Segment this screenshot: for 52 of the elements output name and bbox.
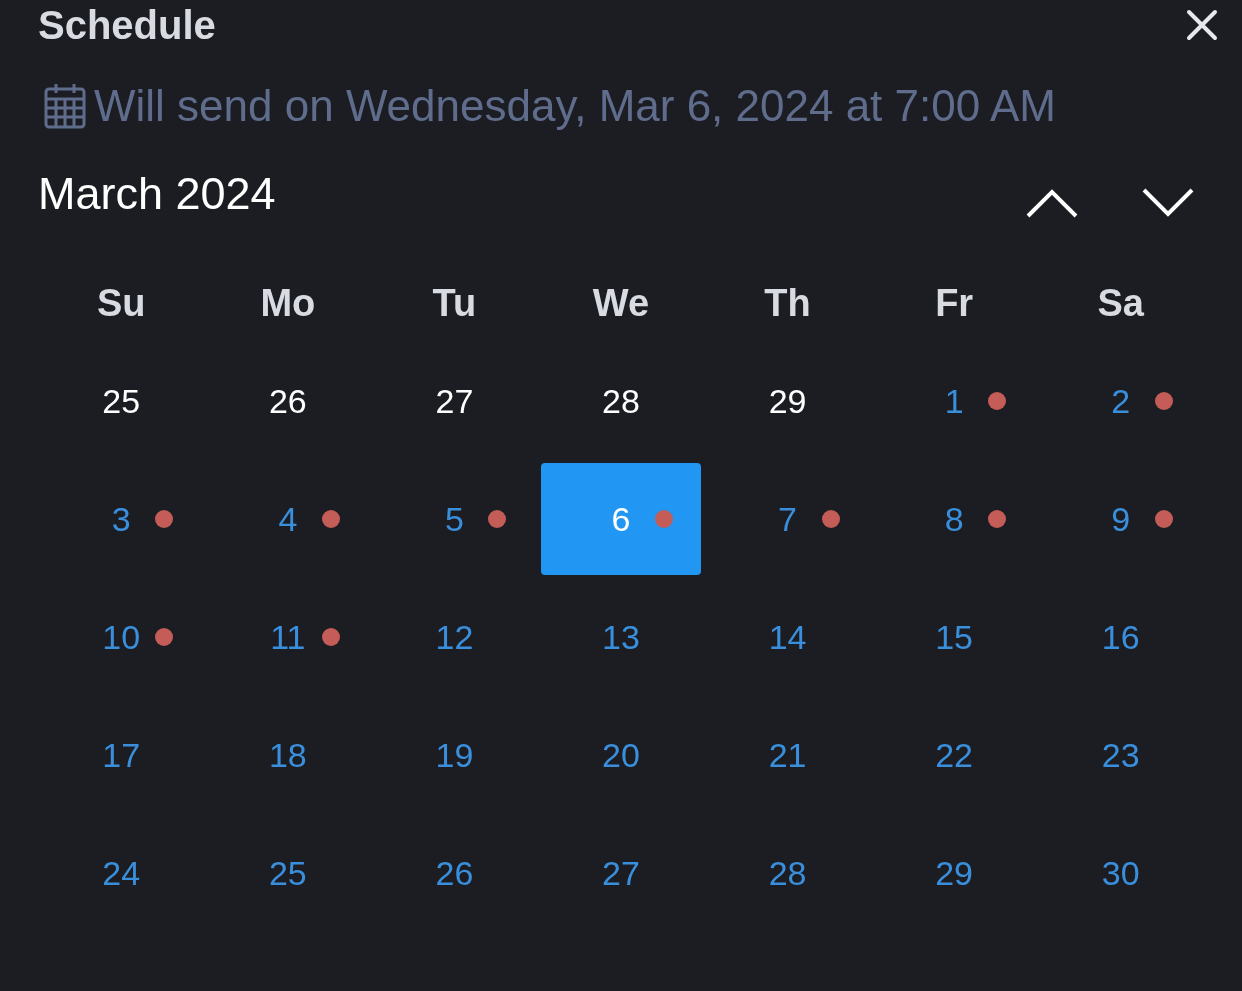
calendar-day[interactable]: 25 <box>207 817 368 929</box>
calendar-day[interactable]: 24 <box>41 817 202 929</box>
send-time-text: Will send on Wednesday, Mar 6, 2024 at 7:00 AM <box>94 81 1056 131</box>
calendar-day[interactable]: 18 <box>207 699 368 811</box>
weekday-label: Sa <box>1097 281 1144 325</box>
calendar-day[interactable]: 16 <box>1040 581 1201 693</box>
chevron-up-icon <box>1026 188 1078 218</box>
calendar-day[interactable]: 6 <box>541 463 701 575</box>
weekday-label: Su <box>97 281 146 325</box>
next-month-button[interactable] <box>1142 188 1194 218</box>
calendar-day[interactable]: 8 <box>874 463 1035 575</box>
close-icon <box>1186 9 1218 41</box>
calendar-icon <box>44 83 86 129</box>
calendar-day[interactable]: 23 <box>1040 699 1201 811</box>
calendar-day[interactable]: 28 <box>707 817 868 929</box>
previous-month-button[interactable] <box>1026 188 1078 218</box>
calendar-day[interactable]: 1 <box>874 345 1035 457</box>
calendar-day[interactable]: 3 <box>41 463 202 575</box>
calendar-day[interactable]: 15 <box>874 581 1035 693</box>
calendar-day[interactable]: 30 <box>1040 817 1201 929</box>
weekday-label: Th <box>764 281 811 325</box>
calendar-day[interactable]: 12 <box>374 581 535 693</box>
calendar-day[interactable]: 5 <box>374 463 535 575</box>
weekday-label: Mo <box>260 281 316 325</box>
weekday-label: Fr <box>935 281 974 325</box>
calendar-day[interactable]: 21 <box>707 699 868 811</box>
calendar-day[interactable]: 17 <box>41 699 202 811</box>
chevron-down-icon <box>1142 188 1194 218</box>
calendar-day[interactable]: 25 <box>41 345 202 457</box>
calendar-day[interactable]: 29 <box>707 345 868 457</box>
weekday-label: Tu <box>432 281 477 325</box>
calendar-day[interactable]: 28 <box>541 345 701 457</box>
calendar-day[interactable]: 7 <box>707 463 868 575</box>
calendar-day[interactable]: 13 <box>541 581 701 693</box>
calendar-day[interactable]: 27 <box>541 817 701 929</box>
weekday-label: We <box>592 281 650 325</box>
month-label: March 2024 <box>38 168 276 220</box>
calendar-day[interactable]: 29 <box>874 817 1035 929</box>
calendar-day[interactable]: 22 <box>874 699 1035 811</box>
calendar-day[interactable]: 26 <box>374 817 535 929</box>
calendar-day[interactable]: 10 <box>41 581 202 693</box>
calendar-day[interactable]: 19 <box>374 699 535 811</box>
calendar-day[interactable]: 27 <box>374 345 535 457</box>
close-button[interactable] <box>1186 9 1218 41</box>
calendar-day[interactable]: 26 <box>207 345 368 457</box>
calendar-day[interactable]: 9 <box>1040 463 1201 575</box>
calendar-day[interactable]: 14 <box>707 581 868 693</box>
calendar-day[interactable]: 11 <box>207 581 368 693</box>
calendar-day[interactable]: 4 <box>207 463 368 575</box>
calendar-day[interactable]: 20 <box>541 699 701 811</box>
dialog-title: Schedule <box>38 2 216 48</box>
calendar-day[interactable]: 2 <box>1040 345 1201 457</box>
